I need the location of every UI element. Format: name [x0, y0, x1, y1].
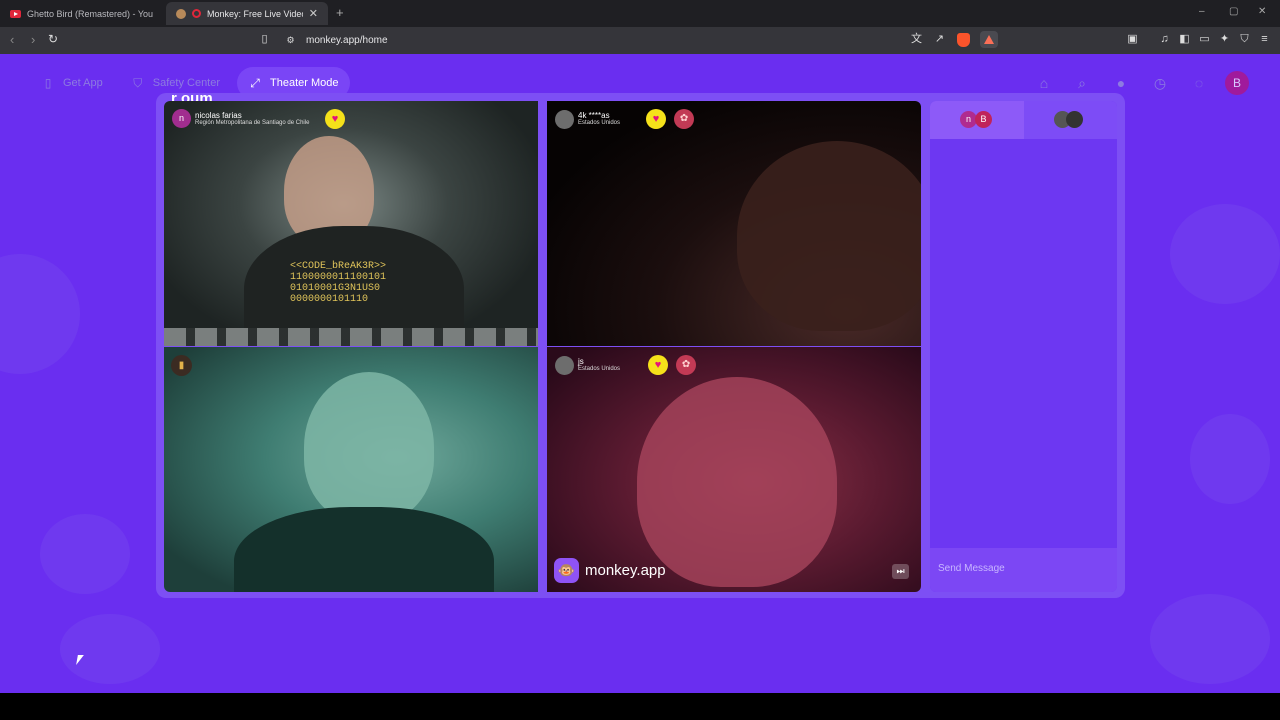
monkey-logo-icon: 🐵 [554, 558, 579, 583]
watermark-text: monkey.app [585, 562, 666, 579]
bookmark-icon[interactable]: ▯ [258, 33, 271, 46]
badge-icon[interactable]: ✿ [674, 109, 695, 129]
ai-assistant-icon[interactable]: ✦ [1218, 33, 1231, 46]
chat-tab-group-2[interactable] [1023, 101, 1117, 139]
browser-tab-bar: Ghetto Bird (Remastered) - YouTube Monke… [0, 0, 1280, 27]
translate-icon[interactable]: 文 [910, 33, 923, 46]
reload-icon[interactable]: ↻ [48, 32, 58, 46]
user-avatar[interactable] [555, 109, 574, 129]
phone-icon: ▯ [44, 76, 52, 90]
chat-tabs: n B [930, 101, 1117, 139]
profile-avatar[interactable]: B [1225, 71, 1249, 95]
address-bar[interactable]: ⚙ monkey.app/home [278, 30, 1002, 51]
chat-tab-avatar: B [975, 111, 992, 128]
heart-icon[interactable]: ♥ [325, 109, 345, 129]
shield-icon: ⛉ [133, 76, 143, 90]
friends-icon[interactable]: ● [1111, 73, 1131, 93]
share-icon[interactable]: ↗ [933, 33, 946, 46]
tab-title: Monkey: Free Live Video Chat [207, 8, 303, 19]
badge-icon[interactable]: ✿ [676, 355, 697, 375]
brave-rewards-icon[interactable] [980, 31, 998, 48]
skip-icon[interactable]: ⏭ [892, 564, 909, 579]
video-tile-top-left: <<CODE_bReAK3R>> 1100000011100101 010100… [164, 101, 538, 346]
door-icon[interactable]: ▮ [171, 355, 192, 376]
close-window-button[interactable]: ✕ [1258, 6, 1266, 17]
search-icon[interactable]: ⌕ [1072, 73, 1092, 93]
user-info-bottom-right: js Estados Unidos ♥ ✿ [555, 355, 697, 375]
menu-icon[interactable]: ≡ [1258, 33, 1271, 46]
video-tile-top-right [547, 101, 921, 346]
chat-tab-avatar [1065, 111, 1083, 128]
get-app-button[interactable]: ▯ Get App [30, 67, 114, 99]
video-person [637, 377, 837, 587]
music-icon[interactable]: ♫ [1158, 33, 1171, 46]
video-person [737, 141, 921, 331]
monkey-watermark: 🐵 monkey.app [554, 558, 666, 583]
message-box [930, 548, 1117, 592]
minimize-button[interactable]: – [1199, 6, 1205, 17]
chat-tab-group-1[interactable]: n B [930, 101, 1024, 139]
expand-icon: ⤢ [250, 76, 260, 90]
user-location: Región Metropolitana de Santiago de Chil… [195, 119, 310, 126]
user-avatar[interactable]: n [172, 109, 191, 128]
wallet-icon[interactable]: ▭ [1198, 33, 1211, 46]
shirt-print: <<CODE_bReAK3R>> 1100000011100101 010100… [290, 261, 387, 305]
close-tab-icon[interactable]: ✕ [309, 7, 318, 20]
user-name: 4k ****as [578, 111, 610, 120]
messages-icon[interactable]: ◌ [1189, 73, 1209, 93]
safety-center-label: Safety Center [152, 77, 221, 89]
back-icon[interactable]: ‹ [10, 32, 14, 47]
theater-mode-label: Theater Mode [270, 77, 339, 89]
tab-title: Ghetto Bird (Remastered) - YouTube [27, 8, 153, 19]
keyboard [164, 328, 538, 346]
tab-monkey[interactable]: Monkey: Free Live Video Chat ✕ [166, 2, 328, 25]
user-location: Estados Unidos [578, 120, 621, 126]
user-info-top-left: n nicolas farias Región Metropolitana de… [172, 109, 309, 128]
monkey-favicon-icon [176, 8, 186, 19]
history-icon[interactable]: ◷ [1150, 73, 1170, 93]
site-settings-icon[interactable]: ⚙ [284, 34, 297, 47]
screenshot-icon[interactable]: ▣ [1126, 33, 1139, 46]
new-tab-button[interactable]: + [336, 5, 344, 20]
maximize-button[interactable]: ▢ [1229, 6, 1238, 17]
brave-shields-icon[interactable] [957, 33, 970, 47]
send-message-input[interactable] [938, 563, 1109, 574]
video-person [304, 372, 434, 522]
browser-toolbar: ‹ › ↻ ▯ ⚙ monkey.app/home 文 ↗ ▣ ♫ ◧ ▭ ✦ … [0, 27, 1280, 54]
user-location: Estados Unidos [578, 366, 621, 372]
heart-icon[interactable]: ♥ [646, 109, 667, 129]
vpn-shield-icon[interactable]: ⛉ [1238, 33, 1251, 46]
get-app-label: Get App [63, 77, 103, 89]
shop-icon[interactable]: ⌂ [1034, 73, 1054, 93]
user-avatar[interactable] [555, 355, 574, 375]
chat-panel: n B [930, 101, 1117, 592]
user-name: js [578, 357, 584, 366]
video-person-body [234, 507, 494, 592]
heart-icon[interactable]: ♥ [648, 355, 669, 375]
sidebar-icon[interactable]: ◧ [1178, 33, 1191, 46]
user-info-top-right: 4k ****as Estados Unidos ♥ ✿ [555, 109, 695, 129]
user-name: nicolas farias [195, 110, 242, 120]
video-tile-bottom-right [547, 347, 921, 592]
url-text: monkey.app/home [306, 35, 388, 46]
tab-youtube[interactable]: Ghetto Bird (Remastered) - YouTube [0, 2, 163, 25]
recording-icon [192, 9, 201, 18]
youtube-icon [10, 9, 21, 18]
video-tile-bottom-left [164, 347, 538, 592]
forward-icon[interactable]: › [31, 32, 35, 47]
